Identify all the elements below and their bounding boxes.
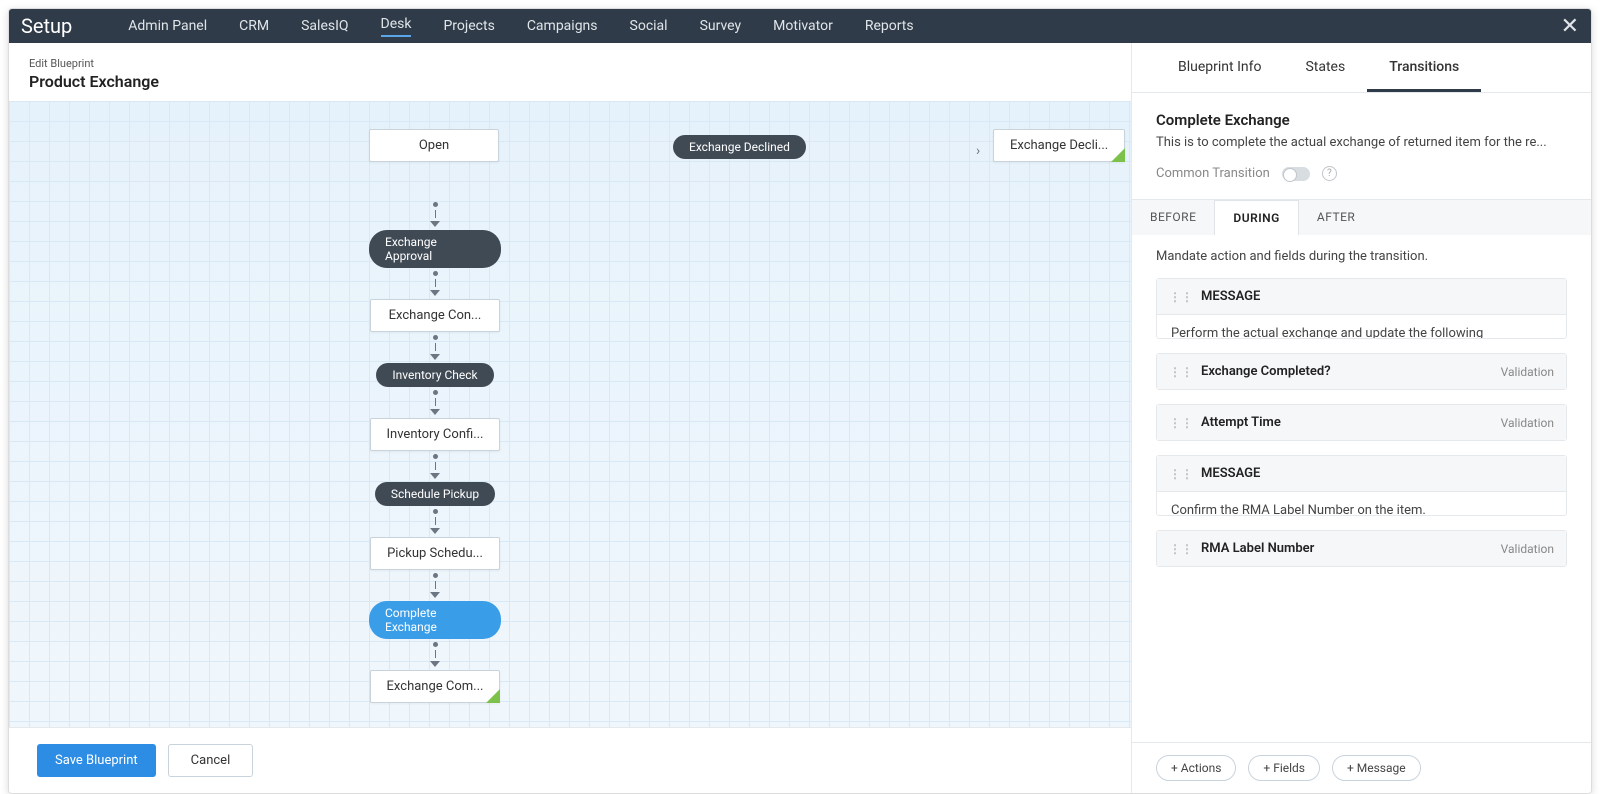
connector-line — [435, 279, 436, 287]
connector-dot — [433, 271, 438, 276]
validation-tag: Validation — [1501, 542, 1554, 556]
page-title: Product Exchange — [29, 72, 1111, 91]
nav-item-motivator[interactable]: Motivator — [773, 18, 833, 34]
drag-handle-icon[interactable]: ⋮⋮ — [1169, 467, 1193, 481]
validation-tag: Validation — [1501, 365, 1554, 379]
item-body-text: Confirm the RMA Label Number on the item… — [1157, 491, 1566, 515]
connector-line — [435, 517, 436, 525]
state-box[interactable]: Exchange Con... — [370, 299, 500, 332]
connector-line — [435, 343, 436, 351]
transition-description: This is to complete the actual exchange … — [1156, 135, 1567, 150]
phase-tab-during[interactable]: DURING — [1214, 200, 1298, 235]
side-tab-blueprint-info[interactable]: Blueprint Info — [1156, 43, 1283, 92]
transition-item-card[interactable]: ⋮⋮ RMA Label Number Validation — [1156, 530, 1567, 567]
phase-tab-after[interactable]: AFTER — [1299, 200, 1373, 235]
transition-exchange-declined[interactable]: Exchange Declined — [673, 135, 806, 159]
add-button-actions[interactable]: + Actions — [1156, 755, 1236, 781]
arrow-down-icon — [430, 221, 440, 227]
item-header-label: Attempt Time — [1201, 415, 1281, 430]
drag-handle-icon[interactable]: ⋮⋮ — [1169, 542, 1193, 556]
transition-item-card[interactable]: ⋮⋮ MESSAGE Confirm the RMA Label Number on… — [1156, 455, 1567, 516]
arrow-down-icon — [430, 661, 440, 667]
cancel-button[interactable]: Cancel — [168, 744, 254, 777]
add-button-message[interactable]: + Message — [1332, 755, 1421, 781]
nav-item-projects[interactable]: Projects — [443, 18, 494, 34]
items-list: ⋮⋮ MESSAGE Perform the actual exchange and… — [1132, 278, 1591, 591]
item-header-label: Exchange Completed? — [1201, 364, 1331, 379]
drag-handle-icon[interactable]: ⋮⋮ — [1169, 416, 1193, 430]
arrow-down-icon — [430, 409, 440, 415]
arrow-right-icon: › — [976, 143, 980, 159]
connector-dot — [433, 335, 438, 340]
transition-pill[interactable]: Complete Exchange — [369, 601, 501, 639]
side-tab-transitions[interactable]: Transitions — [1367, 43, 1481, 92]
state-open[interactable]: Open — [369, 129, 499, 162]
connector-line — [435, 650, 436, 658]
nav-item-crm[interactable]: CRM — [239, 18, 269, 34]
phase-tabs: BEFOREDURINGAFTER — [1132, 200, 1591, 235]
item-header-label: RMA Label Number — [1201, 541, 1314, 556]
help-icon[interactable]: ? — [1322, 166, 1337, 181]
nav-item-admin-panel[interactable]: Admin Panel — [128, 18, 207, 34]
save-blueprint-button[interactable]: Save Blueprint — [37, 744, 156, 777]
validation-tag: Validation — [1501, 416, 1554, 430]
transition-item-card[interactable]: ⋮⋮ Exchange Completed? Validation — [1156, 353, 1567, 390]
connector-dot — [433, 509, 438, 514]
nav-item-salesiq[interactable]: SalesIQ — [301, 18, 348, 34]
drag-handle-icon[interactable]: ⋮⋮ — [1169, 290, 1193, 304]
canvas[interactable]: Open Exchange Declined › Exchange Decli.… — [9, 101, 1131, 727]
common-transition-toggle[interactable] — [1282, 167, 1310, 181]
arrow-down-icon — [430, 592, 440, 598]
nav-item-survey[interactable]: Survey — [700, 18, 742, 34]
connector-dot — [433, 642, 438, 647]
drag-handle-icon[interactable]: ⋮⋮ — [1169, 365, 1193, 379]
item-header-label: MESSAGE — [1201, 289, 1260, 304]
connector-line — [435, 398, 436, 406]
transition-item-card[interactable]: ⋮⋮ MESSAGE Perform the actual exchange and… — [1156, 278, 1567, 339]
mandate-text: Mandate action and fields during the tra… — [1132, 235, 1591, 278]
nav-item-campaigns[interactable]: Campaigns — [527, 18, 598, 34]
side-tab-states[interactable]: States — [1283, 43, 1367, 92]
footer-left: Save Blueprint Cancel — [9, 727, 1131, 793]
canvas-header: Edit Blueprint Product Exchange — [9, 43, 1131, 101]
brand-label: Setup — [21, 14, 72, 38]
state-box[interactable]: Pickup Schedu... — [370, 537, 500, 570]
connector-dot — [433, 390, 438, 395]
connector-dot — [433, 202, 438, 207]
arrow-down-icon — [430, 473, 440, 479]
connector-line — [435, 462, 436, 470]
nav-item-desk[interactable]: Desk — [381, 16, 412, 37]
breadcrumb: Edit Blueprint — [29, 57, 1111, 70]
arrow-down-icon — [430, 290, 440, 296]
side-tabs: Blueprint InfoStatesTransitions — [1132, 43, 1591, 93]
connector-line — [435, 210, 436, 218]
close-icon[interactable]: ✕ — [1561, 14, 1579, 39]
arrow-down-icon — [430, 354, 440, 360]
arrow-down-icon — [430, 528, 440, 534]
add-button-fields[interactable]: + Fields — [1248, 755, 1320, 781]
phase-tab-before[interactable]: BEFORE — [1132, 200, 1214, 235]
item-body-text: Perform the actual exchange and update t… — [1157, 314, 1566, 338]
state-box[interactable]: Exchange Com... — [370, 670, 501, 703]
transition-item-card[interactable]: ⋮⋮ Attempt Time Validation — [1156, 404, 1567, 441]
common-transition-label: Common Transition — [1156, 166, 1270, 181]
connector-dot — [433, 573, 438, 578]
transition-pill[interactable]: Exchange Approval — [369, 230, 501, 268]
state-exchange-declined-terminal[interactable]: Exchange Decli... — [993, 129, 1125, 162]
transition-title: Complete Exchange — [1156, 111, 1567, 129]
transition-detail-section: Complete Exchange This is to complete th… — [1132, 93, 1591, 200]
nav-item-reports[interactable]: Reports — [865, 18, 914, 34]
transition-pill[interactable]: Schedule Pickup — [375, 482, 495, 506]
nav-item-social[interactable]: Social — [630, 18, 668, 34]
state-box[interactable]: Inventory Confi... — [370, 418, 501, 451]
connector-dot — [433, 454, 438, 459]
item-header-label: MESSAGE — [1201, 466, 1260, 481]
footer-right: + Actions + Fields + Message — [1132, 742, 1591, 793]
connector-line — [435, 581, 436, 589]
transition-pill[interactable]: Inventory Check — [376, 363, 493, 387]
top-nav: Setup Admin Panel CRM SalesIQ Desk Projects C… — [9, 9, 1591, 43]
